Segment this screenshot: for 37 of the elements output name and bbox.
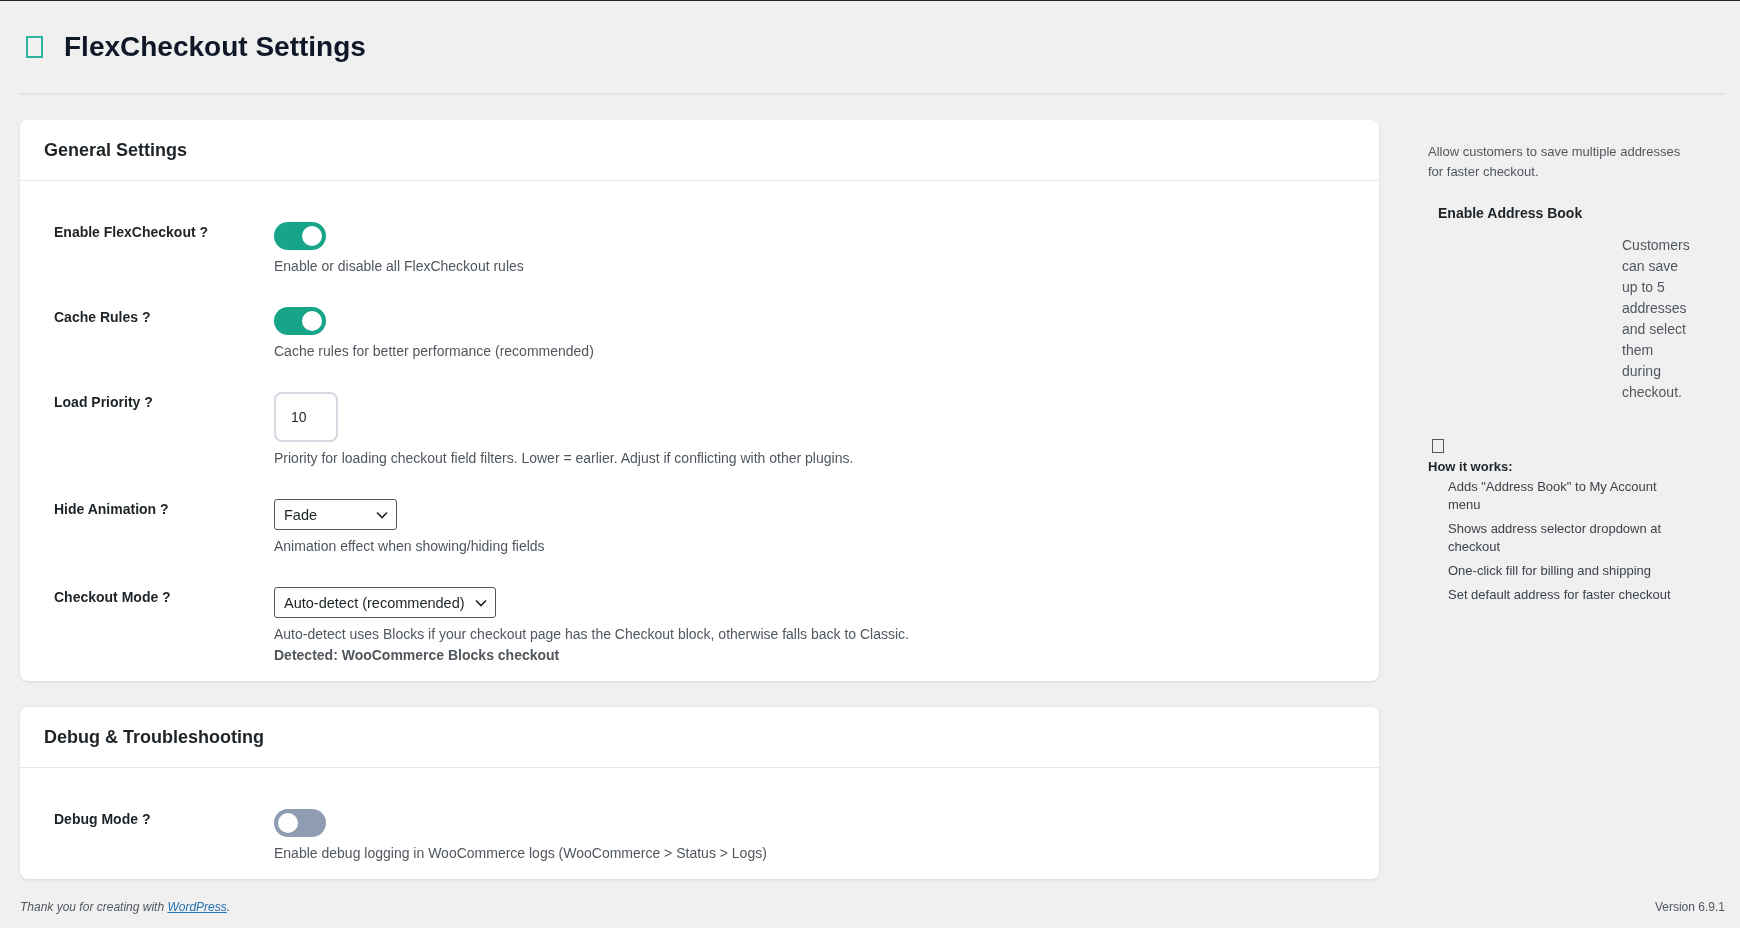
setting-description: Customers can save up to 5 addresses and select them during checkout. (1622, 236, 1691, 402)
select-dropdown[interactable]: Auto-detect (recommended) (274, 587, 496, 618)
list-item: Set default address for faster checkout (1448, 586, 1672, 604)
section-title: General Settings (44, 139, 188, 161)
field-label: Load Priority ? (54, 393, 154, 412)
footer-text: Thank you for creating with WordPress. (20, 900, 231, 914)
field-label: Checkout Mode ? (54, 588, 172, 607)
field-label: Debug Mode ? (54, 810, 152, 829)
field-description: Cache rules for better performance (recommended) (274, 343, 594, 359)
box-icon (26, 36, 43, 58)
field-description: Auto-detect uses Blocks if your checkout page has the Checkout block, otherwise falls back to Classic. (274, 626, 909, 642)
field-description: Enable debug logging in WooCommerce logs (WooCommerce > Status > Logs) (274, 845, 767, 861)
page-title: FlexCheckout Settings (64, 31, 366, 63)
box-icon (1432, 439, 1444, 453)
field-description: Animation effect when showing/hiding fields (274, 538, 545, 554)
field-label: Hide Animation ? (54, 500, 170, 519)
list-item: One-click fill for billing and shipping (1448, 562, 1653, 580)
section-title: Debug & Troubleshooting (44, 726, 264, 748)
chevron-down-icon (376, 510, 388, 519)
detected-note: Detected: WooCommerce Blocks checkout (274, 647, 560, 663)
list-item: Shows address selector dropdown at checkout (1448, 520, 1663, 556)
field-description: Enable or disable all FlexCheckout rules (274, 258, 524, 274)
list-item: Adds "Address Book" to My Account menu (1448, 478, 1658, 514)
intro-text: Allow customers to save multiple addresses for faster checkout. (1428, 143, 1682, 181)
field-label: Cache Rules ? (54, 308, 152, 327)
select-dropdown[interactable]: Fade (274, 499, 397, 530)
toggle-switch[interactable] (274, 222, 326, 250)
chevron-down-icon (474, 598, 487, 607)
field-description: Priority for loading checkout field filters. Lower = earlier. Adjust if conflicting with other plugins. (274, 450, 854, 466)
toggle-switch[interactable] (274, 307, 326, 335)
wordpress-link[interactable]: WordPress (167, 900, 227, 914)
field-label: Enable FlexCheckout ? (54, 223, 210, 242)
number-field[interactable]: 10 (274, 392, 338, 442)
toggle-switch[interactable] (274, 809, 326, 837)
version-text: Version 6.9.1 (1654, 900, 1725, 914)
setting-label: Enable Address Book (1438, 205, 1584, 221)
how-title: How it works: (1428, 459, 1514, 474)
